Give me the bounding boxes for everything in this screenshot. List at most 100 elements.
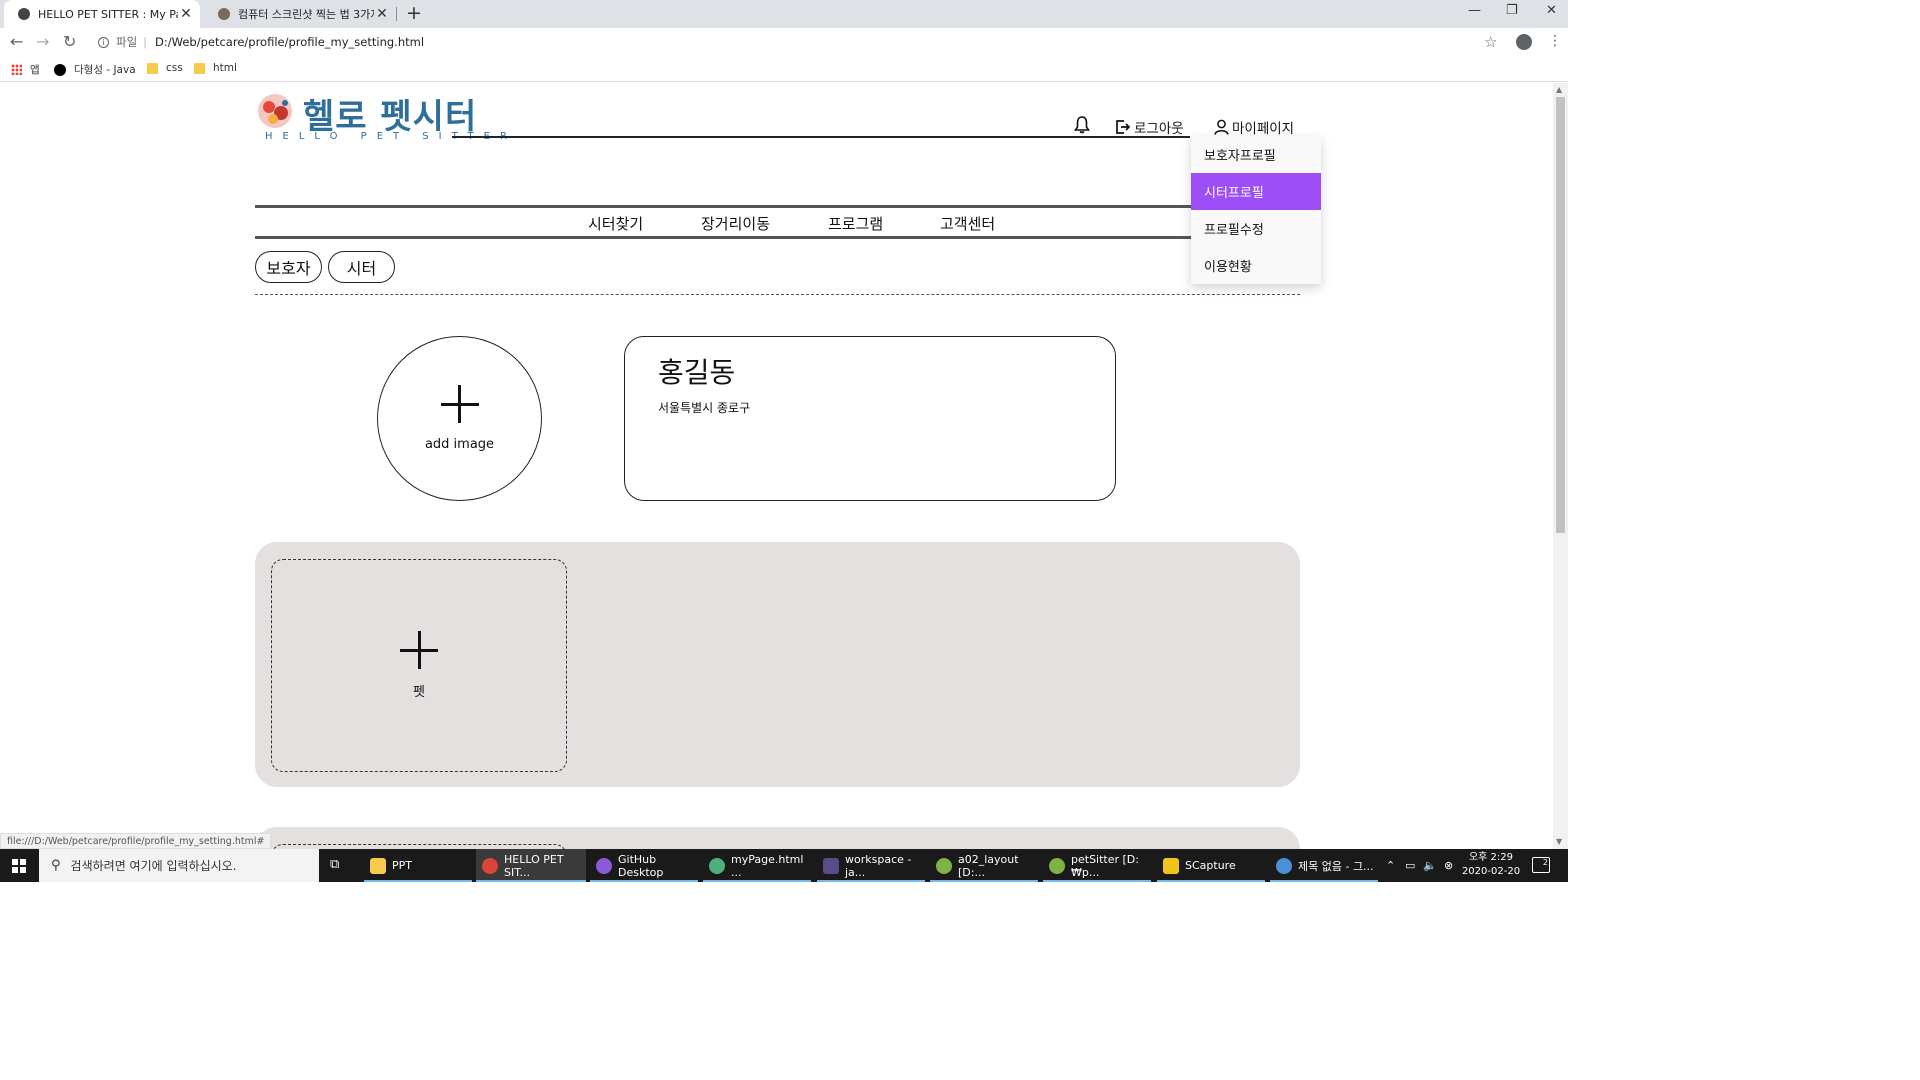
taskbar-item-ppt[interactable]: PPT bbox=[364, 849, 472, 882]
new-tab-icon[interactable]: + bbox=[406, 2, 422, 24]
close-tab-icon[interactable]: ✕ bbox=[178, 6, 194, 22]
reload-icon[interactable]: ↻ bbox=[63, 32, 76, 51]
taskbar-item-paint[interactable]: 제목 없음 - 그... bbox=[1270, 849, 1378, 882]
address-url[interactable]: D:/Web/petcare/profile/profile_my_settin… bbox=[155, 35, 424, 49]
menu-customer-center[interactable]: 고객센터 bbox=[940, 213, 995, 234]
bookmark-java[interactable]: 다형성 - Java bbox=[54, 62, 136, 77]
menu-long-distance[interactable]: 장거리이동 bbox=[701, 213, 770, 234]
logout-icon bbox=[1116, 120, 1131, 134]
taskbar-item-eclipse[interactable]: workspace - ja... bbox=[817, 849, 925, 882]
running-indicator bbox=[930, 880, 1038, 882]
bookmark-apps[interactable]: 앱 bbox=[11, 62, 40, 77]
page-scrollbar[interactable]: ▲ ▼ bbox=[1553, 83, 1568, 849]
menu-find-sitter[interactable]: 시터찾기 bbox=[588, 213, 643, 234]
editor-icon bbox=[709, 857, 725, 874]
taskbar-item-label: HELLO PET SIT... bbox=[504, 852, 564, 879]
menu-program[interactable]: 프로그램 bbox=[828, 213, 883, 234]
paint-icon bbox=[1276, 857, 1292, 874]
browser-tab-active[interactable]: HELLO PET SITTER : My Page ✕ bbox=[4, 0, 200, 28]
add-pet-button[interactable]: 펫 bbox=[271, 559, 567, 772]
search-placeholder: 검색하려면 여기에 입력하십시오. bbox=[70, 859, 237, 873]
tab-strip: HELLO PET SITTER : My Page ✕ 컴퓨터 스크린샷 찍는… bbox=[0, 0, 1568, 28]
mypage-link[interactable]: 마이페이지 bbox=[1214, 117, 1294, 137]
plus-icon bbox=[440, 385, 479, 423]
task-view-icon[interactable]: ⧉ bbox=[330, 857, 348, 873]
scapture-icon bbox=[1163, 857, 1179, 874]
window-close-icon[interactable]: ✕ bbox=[1546, 3, 1557, 18]
network-icon[interactable]: ▭ bbox=[1405, 849, 1415, 882]
dropdown-guardian-profile[interactable]: 보호자프로필 bbox=[1191, 136, 1321, 173]
menu-kebab-icon[interactable]: ⋮ bbox=[1548, 33, 1562, 49]
running-indicator bbox=[817, 880, 925, 882]
tab-title: 컴퓨터 스크린샷 찍는 법 3가지 bbox=[238, 8, 374, 21]
taskbar-item-android-a02[interactable]: a02_layout [D:... bbox=[930, 849, 1038, 882]
notification-center-icon[interactable]: 2 bbox=[1532, 857, 1550, 873]
tab-divider bbox=[396, 7, 397, 21]
circle-icon bbox=[54, 63, 66, 76]
start-button[interactable] bbox=[0, 849, 38, 882]
tabs-divider bbox=[255, 294, 1300, 295]
dropdown-usage-status[interactable]: 이용현황 bbox=[1191, 247, 1321, 284]
clock-date: 2020-02-20 bbox=[1461, 866, 1521, 877]
running-indicator bbox=[1270, 880, 1378, 882]
logout-link[interactable]: 로그아웃 bbox=[1115, 117, 1184, 137]
taskbar-item-label: 제목 없음 - 그... bbox=[1298, 859, 1374, 873]
dropdown-sitter-profile[interactable]: 시터프로필 bbox=[1191, 173, 1321, 210]
address-separator: | bbox=[143, 35, 148, 49]
add-image-label: add image bbox=[424, 437, 495, 452]
taskbar-item-android-petsitter[interactable]: petSitter [D:₩p... bbox=[1043, 849, 1151, 882]
android-studio-icon bbox=[1049, 857, 1065, 874]
taskbar-item-scapture[interactable]: SCapture bbox=[1157, 849, 1265, 882]
tray-chevron-icon[interactable]: ⌃ bbox=[1386, 849, 1395, 882]
taskbar-search[interactable]: ⚲ 검색하려면 여기에 입력하십시오. bbox=[39, 849, 319, 882]
address-bar[interactable]: i 파일 | D:/Web/petcare/profile/profile_my… bbox=[88, 29, 1508, 55]
dropdown-edit-profile[interactable]: 프로필수정 bbox=[1191, 210, 1321, 247]
browser-tab[interactable]: 컴퓨터 스크린샷 찍는 법 3가지 ✕ bbox=[204, 0, 396, 28]
back-icon[interactable]: ← bbox=[10, 32, 23, 51]
scroll-thumb[interactable] bbox=[1556, 97, 1565, 533]
taskbar: ⚲ 검색하려면 여기에 입력하십시오. ⧉ PPT HELLO PET SIT.… bbox=[0, 849, 1568, 882]
scroll-up-icon[interactable]: ▲ bbox=[1556, 85, 1562, 94]
bookmark-label: 앱 bbox=[30, 64, 40, 76]
taskbar-item-editor[interactable]: myPage.html ... bbox=[703, 849, 811, 882]
running-indicator bbox=[364, 880, 472, 882]
restore-icon[interactable]: ❐ bbox=[1506, 3, 1518, 18]
profile-name: 홍길동 bbox=[658, 356, 736, 389]
status-icon[interactable]: ⊗ bbox=[1444, 849, 1453, 882]
volume-muted-icon[interactable]: 🔈 bbox=[1423, 849, 1437, 882]
minimize-icon[interactable]: — bbox=[1468, 3, 1481, 18]
taskbar-item-label: workspace - ja... bbox=[845, 852, 912, 879]
page-viewport: 헬로 펫시터 HELLO PET SITTER 로그아웃 마이페이지 시터찾기 … bbox=[0, 83, 1553, 849]
github-desktop-icon bbox=[596, 857, 612, 874]
notification-count: 2 bbox=[1542, 858, 1548, 867]
profile-icon[interactable] bbox=[1516, 34, 1532, 50]
bookmark-css[interactable]: css bbox=[147, 62, 183, 74]
info-icon[interactable]: i bbox=[98, 36, 109, 48]
close-tab-icon[interactable]: ✕ bbox=[374, 6, 390, 22]
taskbar-item-chrome[interactable]: HELLO PET SIT... bbox=[476, 849, 586, 882]
scroll-down-icon[interactable]: ▼ bbox=[1556, 837, 1562, 846]
taskbar-item-label: SCapture bbox=[1185, 859, 1236, 872]
status-bar: file:///D:/Web/petcare/profile/profile_m… bbox=[0, 833, 272, 849]
forward-icon[interactable]: → bbox=[36, 32, 49, 51]
pet-logo-icon bbox=[258, 94, 292, 128]
folder-icon bbox=[194, 62, 205, 74]
tab-title: HELLO PET SITTER : My Page bbox=[38, 7, 178, 21]
header-divider bbox=[452, 136, 1190, 138]
tab-sitter[interactable]: 시터 bbox=[328, 251, 395, 283]
taskbar-clock[interactable]: 오후 2:29 2020-02-20 bbox=[1460, 851, 1522, 879]
taskbar-item-label: GitHub Desktop bbox=[618, 852, 664, 879]
mypage-label: 마이페이지 bbox=[1232, 121, 1295, 137]
taskbar-item-label: PPT bbox=[392, 859, 412, 872]
bookmarks-bar: 앱 다형성 - Java css html bbox=[0, 56, 1568, 82]
bell-icon[interactable] bbox=[1074, 116, 1090, 134]
eclipse-icon bbox=[823, 857, 839, 874]
clock-time: 오후 2:29 bbox=[1468, 852, 1514, 863]
bookmark-star-icon[interactable]: ☆ bbox=[1484, 33, 1497, 51]
profile-address: 서울특별시 종로구 bbox=[658, 401, 751, 415]
taskbar-item-github[interactable]: GitHub Desktop bbox=[590, 849, 698, 882]
taskbar-item-label: myPage.html ... bbox=[731, 852, 804, 879]
tab-guardian[interactable]: 보호자 bbox=[255, 251, 322, 283]
bookmark-html[interactable]: html bbox=[194, 62, 237, 74]
add-image-button[interactable]: add image bbox=[377, 336, 542, 501]
